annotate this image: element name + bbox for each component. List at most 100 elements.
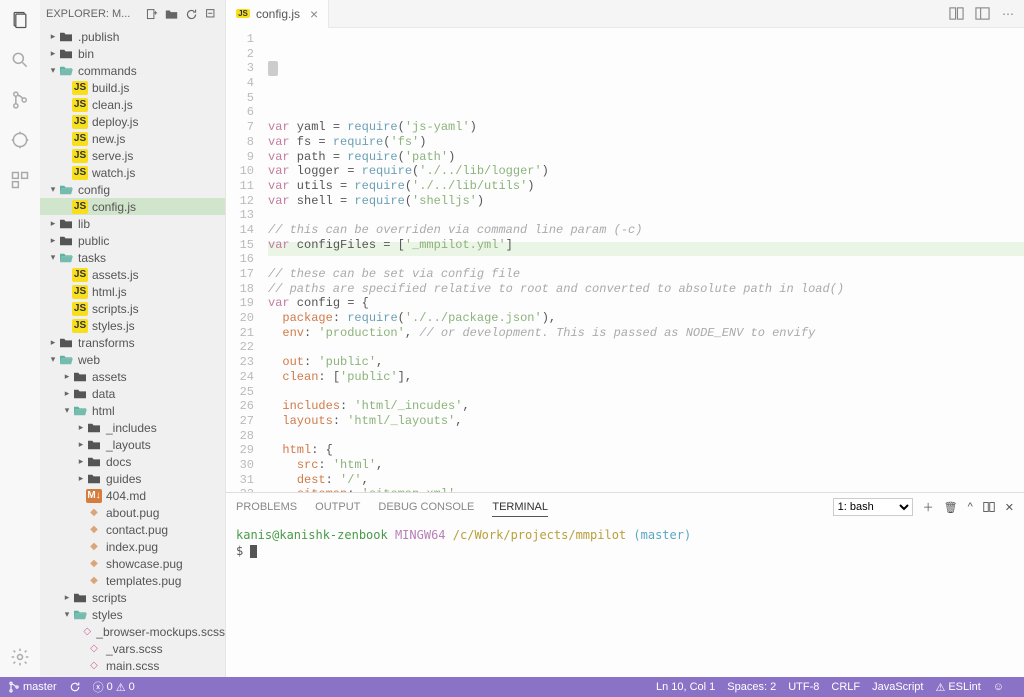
tree-item[interactable]: ▸transforms (40, 334, 225, 351)
tree-item[interactable]: ◆templates.pug (40, 572, 225, 589)
split-terminal-icon[interactable] (983, 501, 995, 513)
search-icon[interactable] (8, 48, 32, 72)
tree-item[interactable]: ▸ _includes (40, 419, 225, 436)
tree-item[interactable]: ▸public (40, 232, 225, 249)
tree-item[interactable]: ◆index.pug (40, 538, 225, 555)
tree-item[interactable]: JSclean.js (40, 96, 225, 113)
tree-item[interactable]: JSdeploy.js (40, 113, 225, 130)
tree-item[interactable]: ▸assets (40, 368, 225, 385)
more-actions-icon[interactable]: ⋯ (998, 4, 1018, 24)
tree-item[interactable]: JSnew.js (40, 130, 225, 147)
tree-item[interactable]: ◇_vars.scss (40, 640, 225, 657)
tree-item[interactable]: JSconfig.js (40, 198, 225, 215)
tree-item-label: bin (78, 47, 94, 61)
split-editor-icon[interactable] (946, 4, 966, 24)
source-control-icon[interactable] (8, 88, 32, 112)
tree-item-label: new.js (92, 132, 125, 146)
status-eol[interactable]: CRLF (831, 681, 860, 693)
folder-open-icon (58, 64, 74, 78)
panel-tab-debug-console[interactable]: DEBUG CONSOLE (378, 501, 474, 513)
status-feedback-icon[interactable]: ☺ (993, 681, 1004, 693)
tree-item[interactable]: JShtml.js (40, 283, 225, 300)
chevron-icon: ▾ (62, 405, 72, 416)
tree-item[interactable]: ▾commands (40, 62, 225, 79)
close-panel-icon[interactable]: ✕ (1005, 501, 1014, 514)
tree-item[interactable]: ◇main.scss (40, 657, 225, 674)
tree-item[interactable]: JSstyles.js (40, 317, 225, 334)
tree-item[interactable]: JSassets.js (40, 266, 225, 283)
terminal-select[interactable]: 1: bash (833, 498, 913, 516)
tree-item[interactable]: ▾web (40, 351, 225, 368)
tree-item[interactable]: JSwatch.js (40, 164, 225, 181)
refresh-icon[interactable] (183, 6, 199, 22)
status-sync-icon[interactable] (69, 681, 81, 693)
status-cursor-position[interactable]: Ln 10, Col 1 (656, 681, 715, 693)
extensions-icon[interactable] (8, 168, 32, 192)
tree-item[interactable]: ▾ styles (40, 606, 225, 623)
code-content[interactable]: var yaml = require('js-yaml')var fs = re… (268, 28, 1024, 492)
pug-file-icon: ◆ (86, 574, 102, 588)
tree-item[interactable]: ▸lib (40, 215, 225, 232)
tree-item-label: index.pug (106, 540, 158, 554)
new-file-icon[interactable] (143, 6, 159, 22)
panel-tab-problems[interactable]: PROBLEMS (236, 501, 297, 513)
file-tree[interactable]: ▸.publish▸bin▾commandsJSbuild.jsJSclean.… (40, 28, 225, 677)
explorer-icon[interactable] (8, 8, 32, 32)
js-file-icon: JS (72, 149, 88, 163)
tree-item-label: clean.js (92, 98, 133, 112)
tree-item[interactable]: JSscripts.js (40, 300, 225, 317)
kill-terminal-icon[interactable]: 🗑 (944, 501, 958, 514)
chevron-icon: ▸ (76, 422, 86, 433)
status-encoding[interactable]: UTF-8 (788, 681, 819, 693)
tree-item[interactable]: ▾config (40, 181, 225, 198)
tree-item[interactable]: ▸.publish (40, 28, 225, 45)
settings-gear-icon[interactable] (8, 645, 32, 669)
tree-item[interactable]: ◆contact.pug (40, 521, 225, 538)
status-problems[interactable]: ⓧ 0 ⚠ 0 (93, 679, 135, 695)
tree-item-label: _vars.scss (106, 642, 163, 656)
new-terminal-icon[interactable]: ＋ (923, 499, 934, 515)
tree-item-label: contact.pug (106, 523, 168, 537)
tree-item[interactable]: ▸_layouts (40, 436, 225, 453)
debug-icon[interactable] (8, 128, 32, 152)
toggle-layout-icon[interactable] (972, 4, 992, 24)
line-gutter: 1234567891011121314151617181920212223242… (226, 28, 268, 492)
chevron-icon: ▸ (76, 456, 86, 467)
collapse-all-icon[interactable] (203, 6, 219, 22)
editor-scrollbar[interactable] (268, 61, 278, 76)
panel-tab-output[interactable]: OUTPUT (315, 501, 360, 513)
status-eslint[interactable]: ⚠ ESLint (935, 681, 980, 694)
tree-item[interactable]: ▾html (40, 402, 225, 419)
status-indentation[interactable]: Spaces: 2 (727, 681, 776, 693)
tree-item[interactable]: M↓404.md (40, 487, 225, 504)
tree-item[interactable]: JSbuild.js (40, 79, 225, 96)
js-file-icon: JS (72, 166, 88, 180)
tree-item-label: _includes (106, 421, 157, 435)
tree-item[interactable]: ▸docs (40, 453, 225, 470)
tree-item[interactable]: JSserve.js (40, 147, 225, 164)
status-language[interactable]: JavaScript (872, 681, 923, 693)
tree-item[interactable]: ▸scripts (40, 589, 225, 606)
tree-item[interactable]: ▸guides (40, 470, 225, 487)
terminal-output[interactable]: kanis@kanishk-zenbook MINGW64 /c/Work/pr… (226, 521, 1024, 677)
close-tab-icon[interactable]: × (310, 6, 318, 22)
new-folder-icon[interactable] (163, 6, 179, 22)
js-file-icon: JS (72, 200, 88, 214)
panel-tab-terminal[interactable]: TERMINAL (492, 501, 548, 517)
tree-item[interactable]: ▾tasks (40, 249, 225, 266)
tree-item[interactable]: ◆showcase.pug (40, 555, 225, 572)
folder-icon (72, 591, 88, 605)
tree-item[interactable]: ▸bin (40, 45, 225, 62)
tab-config-js[interactable]: JS config.js × (226, 0, 329, 28)
tree-item[interactable]: ◇_browser-mockups.scss (40, 623, 225, 640)
chevron-icon: ▾ (62, 609, 72, 620)
chevron-icon: ▾ (48, 184, 58, 195)
tree-item-label: styles (92, 608, 123, 622)
status-branch[interactable]: master (8, 681, 57, 693)
tree-item[interactable]: ▸data (40, 385, 225, 402)
code-editor[interactable]: 1234567891011121314151617181920212223242… (226, 28, 1024, 492)
js-file-icon: JS (72, 319, 88, 333)
chevron-icon: ▾ (48, 354, 58, 365)
tree-item[interactable]: ◆about.pug (40, 504, 225, 521)
maximize-panel-icon[interactable]: ^ (968, 501, 973, 513)
